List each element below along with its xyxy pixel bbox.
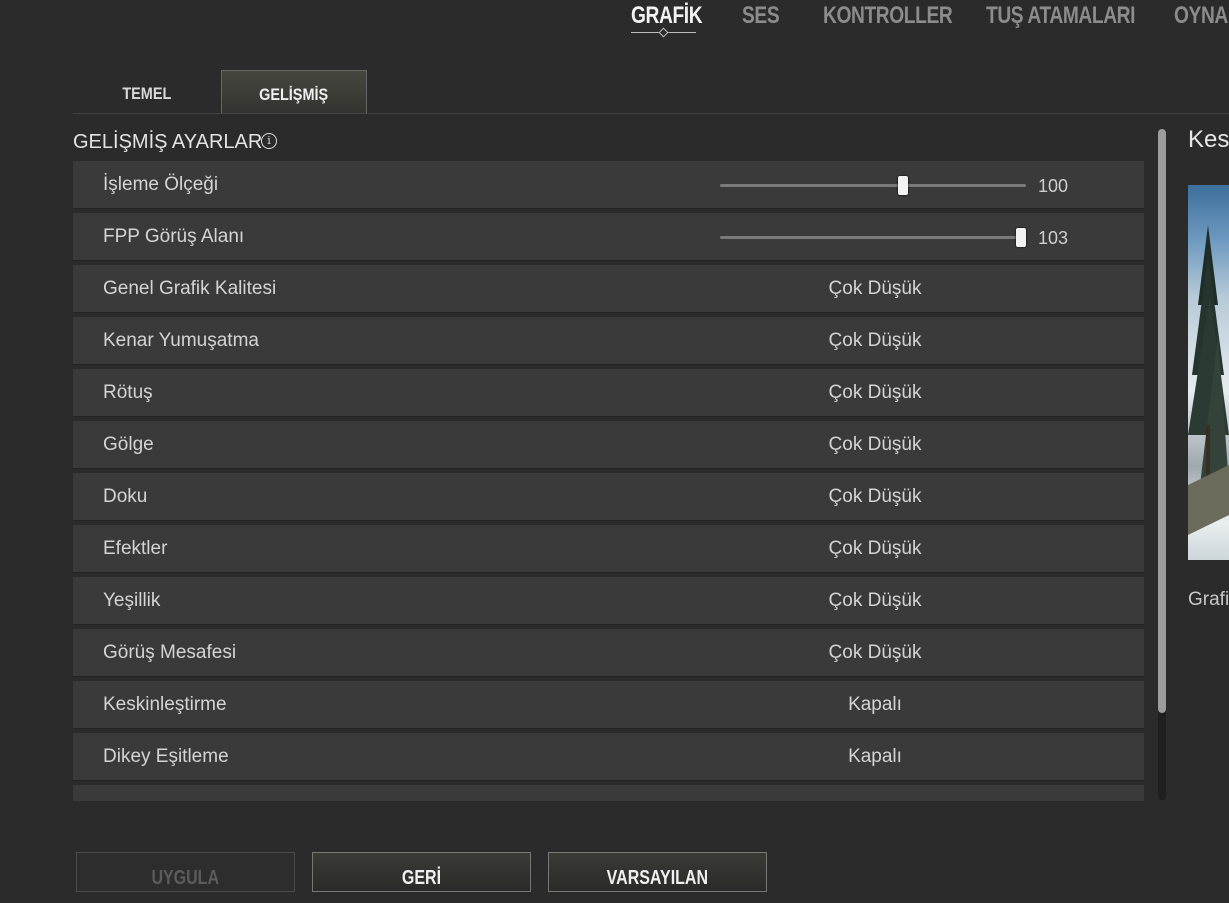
subtab-gelismis-label: GELİŞMİŞ [259,85,329,104]
slider-thumb[interactable] [897,176,908,195]
settings-list: İşleme Ölçeği 100 FPP Görüş Alanı 103 Ge… [73,161,1144,801]
setting-row-dikey-esitleme[interactable]: Dikey Eşitleme Kapalı [73,733,1144,781]
setting-label: Doku [103,486,148,507]
setting-value[interactable]: Çok Düşük [775,577,975,625]
setting-value[interactable]: Çok Düşük [775,265,975,313]
subtab-gelismis[interactable]: GELİŞMİŞ [221,70,367,113]
tab-grafik[interactable]: GRAFİK [631,2,703,32]
setting-label: Dikey Eşitleme [103,746,229,767]
tab-oyna[interactable]: OYNA [1174,2,1228,32]
setting-row-fpp-gorus-alani: FPP Görüş Alanı 103 [73,213,1144,261]
default-button[interactable]: VARSAYILAN [548,852,767,892]
setting-value[interactable]: Çok Düşük [775,421,975,469]
sub-tabs: TEMEL GELİŞMİŞ [73,70,1229,114]
fpp-gorus-alani-slider[interactable] [720,236,1026,239]
tab-kontroller[interactable]: KONTROLLER [823,2,953,32]
setting-row-doku[interactable]: Doku Çok Düşük [73,473,1144,521]
setting-row-genel-grafik-kalitesi[interactable]: Genel Grafik Kalitesi Çok Düşük [73,265,1144,313]
apply-button-label: UYGULA [151,867,220,889]
back-button[interactable]: GERİ [312,852,531,892]
preview-title: Kes [1188,126,1229,153]
setting-row-golge[interactable]: Gölge Çok Düşük [73,421,1144,469]
setting-label: Gölge [103,434,154,455]
setting-value[interactable]: Kapalı [775,681,975,729]
section-title: GELİŞMİŞ AYARLAR [73,131,263,153]
subtab-temel[interactable]: TEMEL [73,70,221,113]
setting-label: Kenar Yumuşatma [103,330,259,351]
setting-label: Keskinleştirme [103,694,227,715]
slider-value: 100 [1038,176,1069,196]
setting-row-keskinlestirme[interactable]: Keskinleştirme Kapalı [73,681,1144,729]
setting-value[interactable]: Çok Düşük [775,369,975,417]
default-button-label: VARSAYILAN [606,867,709,889]
slider-thumb[interactable] [1016,228,1026,247]
setting-label: FPP Görüş Alanı [103,226,245,247]
setting-label: İşleme Ölçeği [103,174,219,195]
setting-value[interactable]: Çok Düşük [775,525,975,573]
setting-label: Yeşillik [103,590,161,611]
setting-label: Efektler [103,538,168,559]
setting-value[interactable]: Kapalı [775,733,975,781]
top-nav: GRAFİK SES KONTROLLER TUŞ ATAMALARI OYNA [0,0,1229,44]
info-icon[interactable]: i [261,133,277,149]
scrollbar-thumb[interactable] [1158,129,1166,713]
setting-value[interactable]: Çok Düşük [775,473,975,521]
setting-row-rotus[interactable]: Rötuş Çok Düşük [73,369,1144,417]
tab-tus-atamalari[interactable]: TUŞ ATAMALARI [986,2,1135,32]
setting-label: Rötuş [103,382,153,403]
setting-row-efektler[interactable]: Efektler Çok Düşük [73,525,1144,573]
preview-image [1188,185,1229,560]
setting-row-kenar-yumusatma[interactable]: Kenar Yumuşatma Çok Düşük [73,317,1144,365]
subtab-temel-label: TEMEL [122,84,172,103]
setting-row-partial [73,785,1144,801]
setting-row-yesillik[interactable]: Yeşillik Çok Düşük [73,577,1144,625]
preview-caption: Grafi [1188,589,1229,610]
setting-label: Görüş Mesafesi [103,642,237,663]
setting-value[interactable]: Çok Düşük [775,629,975,677]
setting-row-isleme-olcegi: İşleme Ölçeği 100 [73,161,1144,209]
setting-value[interactable]: Çok Düşük [775,317,975,365]
isleme-olcegi-slider[interactable] [720,184,1026,187]
back-button-label: GERİ [401,867,442,889]
setting-label: Genel Grafik Kalitesi [103,278,277,299]
setting-row-gorus-mesafesi[interactable]: Görüş Mesafesi Çok Düşük [73,629,1144,677]
tab-ses[interactable]: SES [742,2,780,32]
slider-value: 103 [1038,228,1069,248]
apply-button[interactable]: UYGULA [76,852,295,892]
